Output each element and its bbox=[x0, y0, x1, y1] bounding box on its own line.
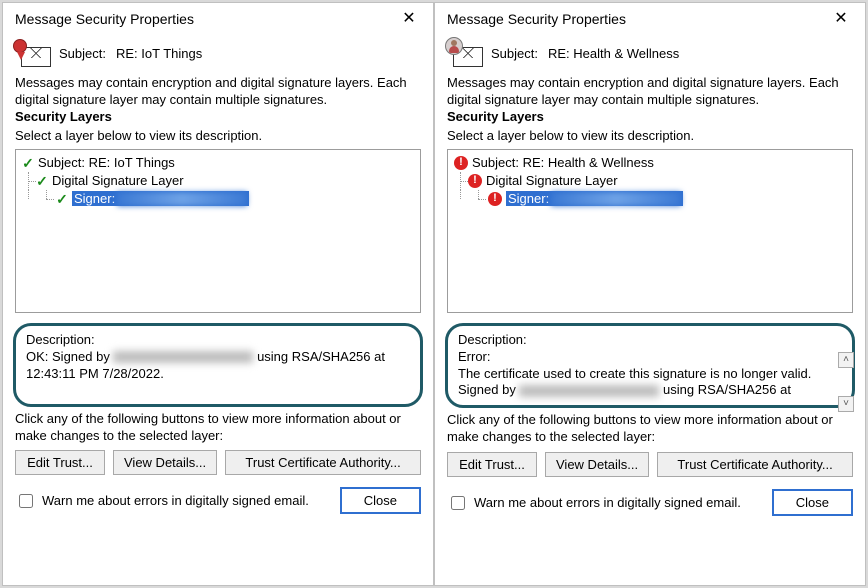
description-block: Description: OK: Signed by using RSA/SHA… bbox=[13, 323, 423, 407]
redacted-signer bbox=[117, 192, 247, 206]
description-label: Description: bbox=[458, 332, 842, 347]
error-icon: ! bbox=[454, 156, 468, 170]
layers-tree[interactable]: ! Subject: RE: Health & Wellness ! Digit… bbox=[447, 149, 853, 313]
check-icon: ✓ bbox=[36, 175, 48, 187]
tree-label: Subject: RE: IoT Things bbox=[38, 155, 175, 170]
warn-checkbox-label: Warn me about errors in digitally signed… bbox=[474, 495, 741, 510]
edit-trust-button[interactable]: Edit Trust... bbox=[15, 450, 105, 475]
close-button[interactable]: Close bbox=[772, 489, 853, 516]
warn-checkbox-input[interactable] bbox=[19, 494, 33, 508]
tree-label: Digital Signature Layer bbox=[486, 173, 618, 188]
envelope-ribbon-icon bbox=[15, 39, 51, 67]
warn-checkbox-label: Warn me about errors in digitally signed… bbox=[42, 493, 309, 508]
view-details-button[interactable]: View Details... bbox=[545, 452, 649, 477]
intro-text: Messages may contain encryption and digi… bbox=[3, 75, 433, 109]
dialog-right: Message Security Properties ✕ Subject: R… bbox=[434, 2, 866, 586]
tree-row-signer[interactable]: ! Signer: bbox=[454, 190, 846, 208]
redacted-email bbox=[113, 351, 253, 363]
error-icon: ! bbox=[468, 174, 482, 188]
dialog-left: Message Security Properties ✕ Subject: R… bbox=[2, 2, 434, 586]
tree-label: Signer: bbox=[508, 191, 549, 206]
stage: Message Security Properties ✕ Subject: R… bbox=[0, 0, 868, 588]
buttons-note: Click any of the following buttons to vi… bbox=[435, 412, 865, 446]
view-details-button[interactable]: View Details... bbox=[113, 450, 217, 475]
tree-label: Signer: bbox=[74, 191, 115, 206]
trust-ca-button[interactable]: Trust Certificate Authority... bbox=[225, 450, 421, 475]
buttons-note: Click any of the following buttons to vi… bbox=[3, 411, 433, 445]
button-row: Edit Trust... View Details... Trust Cert… bbox=[435, 446, 865, 485]
description-body: Error: The certificate used to create th… bbox=[458, 349, 842, 400]
tree-row-subject[interactable]: ! Subject: RE: Health & Wellness bbox=[454, 154, 846, 172]
subject-value: RE: IoT Things bbox=[116, 46, 202, 61]
close-icon[interactable]: ✕ bbox=[395, 9, 423, 29]
description-block: Description: Error: The certificate used… bbox=[445, 323, 855, 409]
description-body: OK: Signed by using RSA/SHA256 at 12:43:… bbox=[26, 349, 410, 383]
subject-label: Subject: bbox=[491, 46, 538, 61]
layers-hint: Select a layer below to view its descrip… bbox=[435, 126, 865, 147]
titlebar: Message Security Properties ✕ bbox=[435, 3, 865, 35]
tree-label: Digital Signature Layer bbox=[52, 173, 184, 188]
window-title: Message Security Properties bbox=[15, 11, 194, 27]
subject-row: Subject: RE: Health & Wellness bbox=[435, 35, 865, 75]
check-icon: ✓ bbox=[56, 193, 68, 205]
scroll-up-icon[interactable]: ˄ bbox=[838, 352, 854, 368]
tree-row-siglayer[interactable]: ✓ Digital Signature Layer bbox=[22, 172, 414, 190]
button-row: Edit Trust... View Details... Trust Cert… bbox=[3, 444, 433, 483]
tree-row-subject[interactable]: ✓ Subject: RE: IoT Things bbox=[22, 154, 414, 172]
close-button[interactable]: Close bbox=[340, 487, 421, 514]
redacted-email bbox=[519, 385, 659, 397]
close-icon[interactable]: ✕ bbox=[827, 9, 855, 29]
trust-ca-button[interactable]: Trust Certificate Authority... bbox=[657, 452, 853, 477]
footer-row: Warn me about errors in digitally signed… bbox=[435, 485, 865, 526]
description-scrollbar[interactable]: ˄ ˅ bbox=[838, 352, 854, 412]
tree-label: Subject: RE: Health & Wellness bbox=[472, 155, 654, 170]
envelope-person-icon bbox=[447, 39, 483, 67]
layers-heading: Security Layers bbox=[3, 109, 433, 126]
layers-tree[interactable]: ✓ Subject: RE: IoT Things ✓ Digital Sign… bbox=[15, 149, 421, 313]
error-icon: ! bbox=[488, 192, 502, 206]
layers-heading: Security Layers bbox=[435, 109, 865, 126]
footer-row: Warn me about errors in digitally signed… bbox=[3, 483, 433, 524]
window-title: Message Security Properties bbox=[447, 11, 626, 27]
subject-label: Subject: bbox=[59, 46, 106, 61]
layers-hint: Select a layer below to view its descrip… bbox=[3, 126, 433, 147]
warn-checkbox[interactable]: Warn me about errors in digitally signed… bbox=[15, 491, 309, 511]
scroll-down-icon[interactable]: ˅ bbox=[838, 396, 854, 412]
intro-text: Messages may contain encryption and digi… bbox=[435, 75, 865, 109]
subject-value: RE: Health & Wellness bbox=[548, 46, 679, 61]
redacted-signer bbox=[551, 192, 681, 206]
check-icon: ✓ bbox=[22, 157, 34, 169]
tree-row-siglayer[interactable]: ! Digital Signature Layer bbox=[454, 172, 846, 190]
warn-checkbox-input[interactable] bbox=[451, 496, 465, 510]
edit-trust-button[interactable]: Edit Trust... bbox=[447, 452, 537, 477]
titlebar: Message Security Properties ✕ bbox=[3, 3, 433, 35]
subject-row: Subject: RE: IoT Things bbox=[3, 35, 433, 75]
tree-row-signer[interactable]: ✓ Signer: bbox=[22, 190, 414, 208]
warn-checkbox[interactable]: Warn me about errors in digitally signed… bbox=[447, 493, 741, 513]
description-label: Description: bbox=[26, 332, 410, 347]
